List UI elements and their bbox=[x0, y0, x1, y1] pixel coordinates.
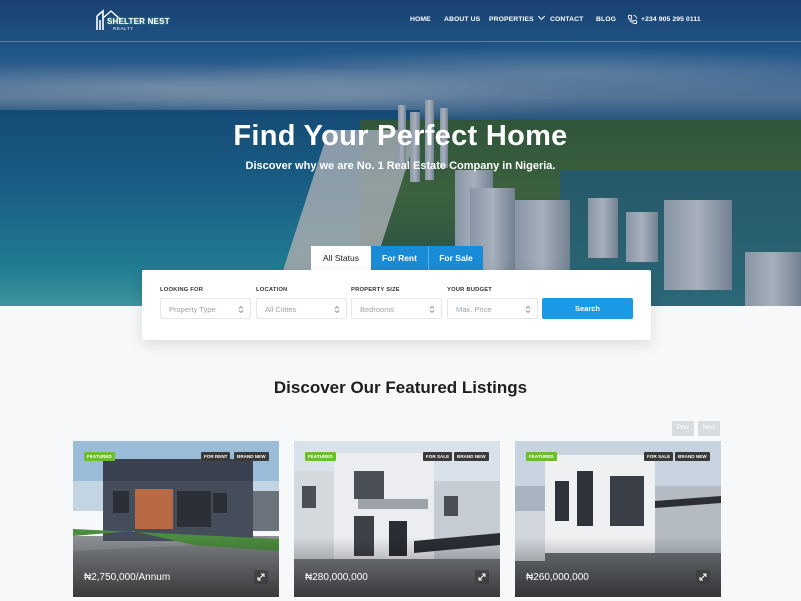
featured-badge: FEATURED bbox=[526, 452, 557, 461]
listing-price: ₦280,000,000 bbox=[305, 572, 368, 583]
budget-label: YOUR BUDGET bbox=[447, 287, 493, 293]
featured-badge: FEATURED bbox=[305, 452, 336, 461]
nav-blog[interactable]: BLOG bbox=[596, 16, 616, 23]
condition-badge: BRAND NEW bbox=[675, 452, 710, 461]
brand-tagline: REALTY bbox=[113, 26, 134, 31]
location-label: LOCATION bbox=[256, 287, 288, 293]
status-badge: FOR SALE bbox=[423, 452, 453, 461]
property-type-select[interactable]: Property Type bbox=[160, 298, 251, 319]
location-select[interactable]: All Citites bbox=[256, 298, 347, 319]
expand-icon[interactable] bbox=[696, 570, 710, 584]
condition-badge: BRAND NEW bbox=[454, 452, 489, 461]
nav-phone[interactable]: +234 905 295 0111 bbox=[641, 16, 701, 23]
prev-button[interactable]: Prev bbox=[672, 421, 694, 436]
featured-section-title: Discover Our Featured Listings bbox=[273, 378, 528, 397]
nav-properties-label: PROPERTIES bbox=[489, 16, 534, 23]
brand-name: SHELTER NEST bbox=[107, 17, 170, 26]
phone-icon bbox=[627, 14, 638, 25]
expand-icon[interactable] bbox=[475, 570, 489, 584]
bedrooms-select[interactable]: Bedrooms bbox=[351, 298, 442, 319]
next-button[interactable]: Next bbox=[698, 421, 720, 436]
listing-card[interactable]: FEATURED FOR SALE BRAND NEW ₦280,000,000 bbox=[294, 441, 500, 597]
nav-home[interactable]: HOME bbox=[410, 16, 431, 23]
search-button[interactable]: Search bbox=[542, 298, 633, 319]
select-arrows-icon bbox=[334, 305, 340, 314]
max-price-value: Max. Price bbox=[456, 305, 492, 314]
listing-price: ₦2,750,000/Annum bbox=[84, 572, 171, 583]
tab-for-rent[interactable]: For Rent bbox=[371, 246, 428, 270]
select-arrows-icon bbox=[525, 305, 531, 314]
select-arrows-icon bbox=[238, 305, 244, 314]
status-badge: FOR RENT bbox=[201, 452, 231, 461]
listing-card[interactable]: FEATURED FOR SALE BRAND NEW ₦260,000,000 bbox=[515, 441, 721, 597]
featured-badge: FEATURED bbox=[84, 452, 115, 461]
tab-all-status[interactable]: All Status bbox=[311, 246, 371, 270]
card-shade bbox=[294, 537, 500, 597]
card-shade bbox=[73, 537, 279, 597]
select-arrows-icon bbox=[429, 305, 435, 314]
nav-properties[interactable]: PROPERTIES bbox=[489, 12, 545, 23]
location-value: All Citites bbox=[265, 305, 297, 314]
top-navigation: SHELTER NEST REALTY HOME ABOUT US PROPER… bbox=[0, 0, 801, 42]
listing-card[interactable]: FEATURED FOR RENT BRAND NEW ₦2,750,000/A… bbox=[73, 441, 279, 597]
nav-contact[interactable]: CONTACT bbox=[550, 16, 583, 23]
search-form: LOOKING FOR Property Type LOCATION All C… bbox=[142, 270, 651, 340]
property-size-label: PROPERTY SIZE bbox=[351, 287, 400, 293]
chevron-down-icon bbox=[537, 12, 545, 21]
hero-title: Find Your Perfect Home bbox=[233, 120, 568, 152]
looking-for-label: LOOKING FOR bbox=[160, 287, 204, 293]
listing-price: ₦260,000,000 bbox=[526, 572, 589, 583]
card-shade bbox=[515, 537, 721, 597]
property-type-value: Property Type bbox=[169, 305, 216, 314]
max-price-select[interactable]: Max. Price bbox=[447, 298, 538, 319]
expand-icon[interactable] bbox=[254, 570, 268, 584]
page: SHELTER NEST REALTY HOME ABOUT US PROPER… bbox=[0, 0, 801, 601]
nav-about-us[interactable]: ABOUT US bbox=[444, 16, 480, 23]
tab-for-sale[interactable]: For Sale bbox=[428, 246, 483, 270]
bedrooms-value: Bedrooms bbox=[360, 305, 395, 314]
site-logo[interactable]: SHELTER NEST REALTY bbox=[95, 8, 170, 34]
status-badge: FOR SALE bbox=[644, 452, 674, 461]
hero-subtitle: Discover why we are No. 1 Real Estate Co… bbox=[245, 160, 556, 172]
condition-badge: BRAND NEW bbox=[234, 452, 269, 461]
